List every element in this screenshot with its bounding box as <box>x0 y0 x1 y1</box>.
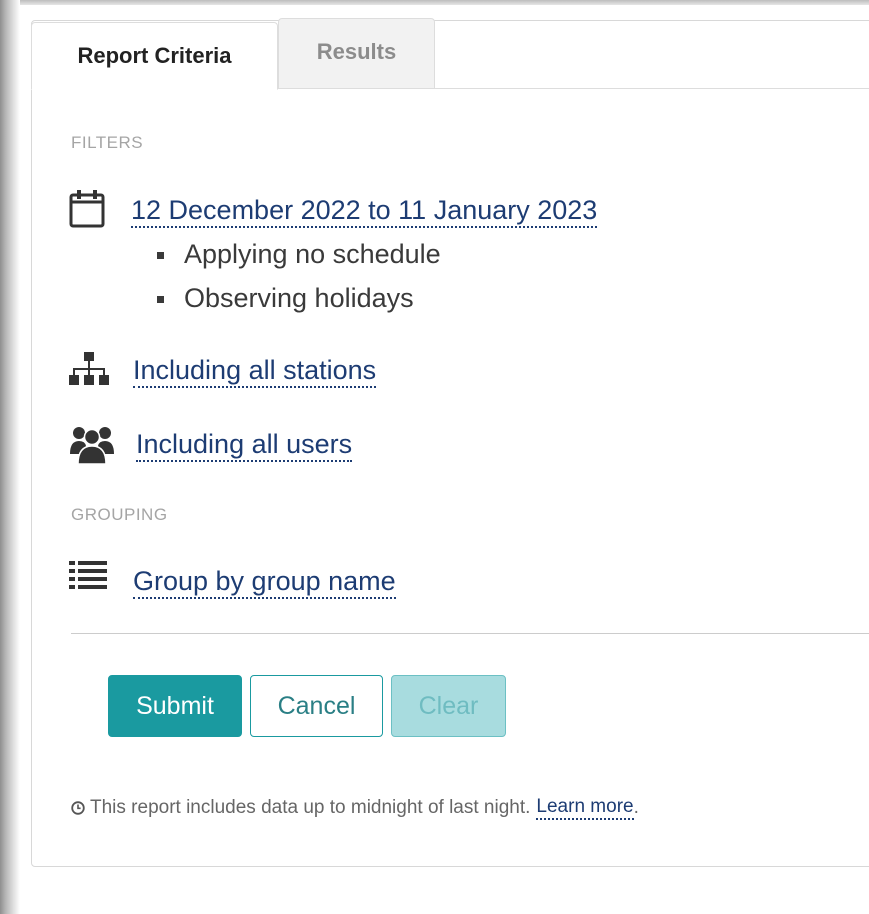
footnote-trailing: . <box>633 797 639 818</box>
sitemap-icon <box>69 352 109 385</box>
date-range-row: 12 December 2022 to 11 January 2023 <box>131 195 598 228</box>
list-item: Observing holidays <box>155 280 441 324</box>
window-shadow-top <box>0 0 869 5</box>
stations-row: Including all stations <box>133 355 377 388</box>
clear-button[interactable]: Clear <box>391 675 506 737</box>
tab-report-criteria-label: Report Criteria <box>77 43 232 68</box>
submit-button[interactable]: Submit <box>108 675 242 737</box>
window-shadow-left <box>0 0 20 914</box>
clock-icon <box>71 801 85 815</box>
tab-bar: Report Criteria Results <box>31 18 869 90</box>
divider <box>71 633 869 634</box>
tab-report-criteria[interactable]: Report Criteria <box>31 22 278 90</box>
date-details-list: Applying no schedule Observing holidays <box>155 236 441 324</box>
data-freshness-note: This report includes data up to midnight… <box>71 796 639 820</box>
grouping-section-label: GROUPING <box>71 505 168 524</box>
filters-section-label: FILTERS <box>71 133 144 152</box>
users-icon <box>70 427 114 464</box>
learn-more-link[interactable]: Learn more <box>536 796 634 820</box>
calendar-icon <box>69 190 105 228</box>
footnote-text: This report includes data up to midnight… <box>90 797 531 818</box>
tab-results[interactable]: Results <box>278 18 435 88</box>
users-row: Including all users <box>136 429 353 462</box>
stations-link[interactable]: Including all stations <box>133 355 377 388</box>
list-item: Applying no schedule <box>155 236 441 280</box>
list-icon <box>69 561 107 589</box>
group-by-link[interactable]: Group by group name <box>133 566 396 599</box>
tab-results-label: Results <box>316 38 397 64</box>
cancel-button[interactable]: Cancel <box>250 675 383 737</box>
users-link[interactable]: Including all users <box>136 429 353 462</box>
date-range-link[interactable]: 12 December 2022 to 11 January 2023 <box>131 195 598 228</box>
group-by-row: Group by group name <box>133 566 396 599</box>
